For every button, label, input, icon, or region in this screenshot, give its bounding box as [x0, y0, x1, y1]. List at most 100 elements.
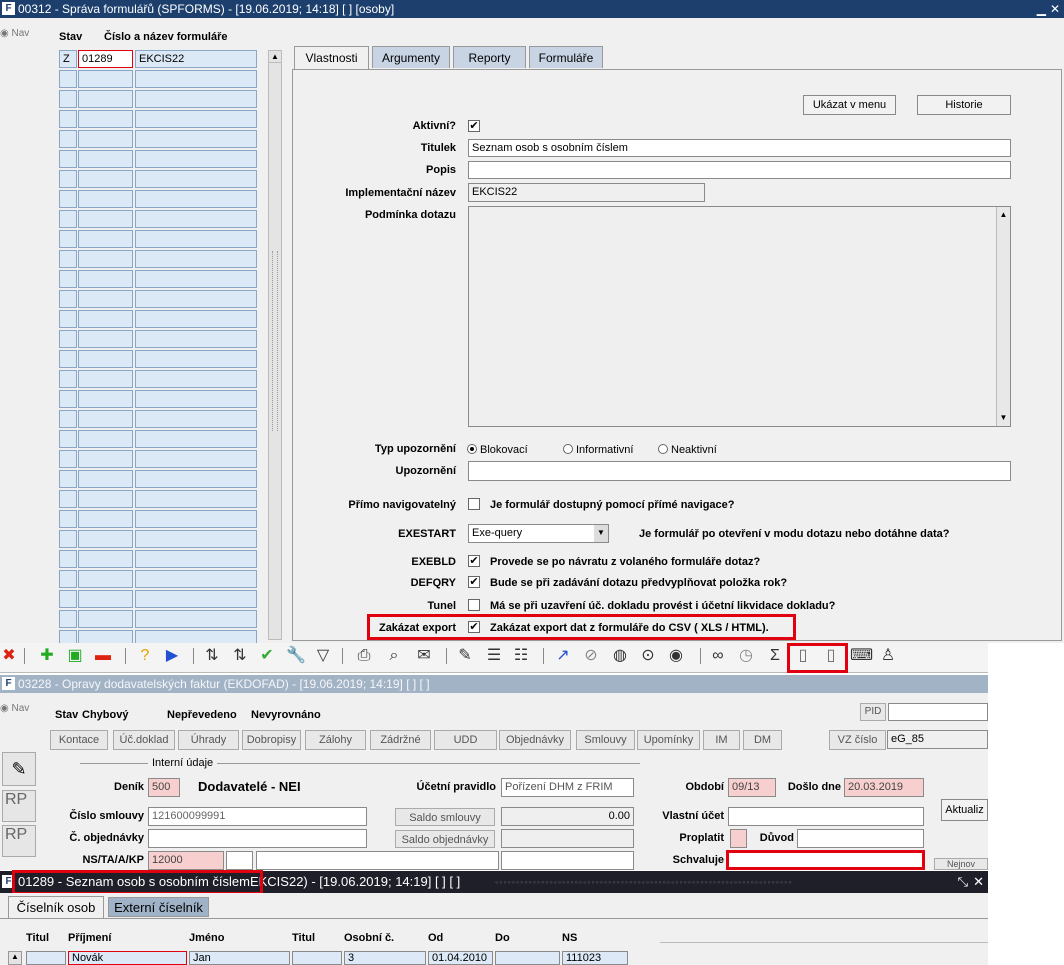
list-cell-stav[interactable] [59, 150, 77, 168]
help-icon[interactable]: ? [135, 645, 155, 667]
list-cell-cislo[interactable] [78, 250, 133, 268]
list-cell-cislo[interactable] [78, 90, 133, 108]
button-4[interactable]: Zálohy [305, 730, 366, 750]
check-icon[interactable]: ✔ [257, 645, 277, 667]
print-icon[interactable]: ⎙ [354, 645, 374, 667]
minimize-icon[interactable]: ▁ [1037, 0, 1046, 18]
obdobi-input[interactable]: 09/13 [728, 778, 776, 797]
list-cell-cislo[interactable] [78, 390, 133, 408]
objednavky-input[interactable] [148, 829, 367, 848]
titulek-input[interactable]: Seznam osob s osobním číslem [468, 139, 1011, 157]
list-cell-stav[interactable] [59, 90, 77, 108]
close-icon[interactable]: ✕ [1050, 0, 1060, 18]
list-cell-stav[interactable] [59, 230, 77, 248]
list-cell-stav[interactable] [59, 270, 77, 288]
exestart-select[interactable]: Exe-query ▼ [468, 524, 609, 543]
list-cell-cislo[interactable] [78, 170, 133, 188]
textarea-scrollbar[interactable]: ▲ ▼ [996, 207, 1010, 426]
radio-neaktivni[interactable] [658, 444, 668, 454]
mail-icon[interactable]: ✉ [414, 645, 434, 667]
upozorneni-input[interactable] [468, 461, 1011, 481]
export-link-icon[interactable]: ↗ [553, 645, 573, 667]
checkbox-defqry[interactable]: ✔ [468, 576, 480, 588]
scroll-up-icon[interactable]: ▲ [269, 51, 281, 63]
list-cell-stav[interactable] [59, 610, 77, 628]
stamp-icon[interactable]: ✎ [2, 752, 36, 786]
saldo-smlouvy-button[interactable]: Saldo smlouvy [395, 808, 495, 826]
reader-icon[interactable]: ♙ [878, 645, 898, 667]
checkbox-primo[interactable] [468, 498, 480, 510]
list-cell-nazev[interactable] [135, 250, 257, 268]
list-cell-stav[interactable] [59, 110, 77, 128]
list-cell-cislo[interactable] [78, 450, 133, 468]
list-icon[interactable]: ☰ [484, 645, 504, 667]
button-9[interactable]: Upomínky [637, 730, 700, 750]
impl-name-input[interactable]: EKCIS22 [468, 183, 705, 202]
list-cell-stav[interactable] [59, 170, 77, 188]
list-cell-nazev[interactable] [135, 390, 257, 408]
vlastni-ucet-input[interactable] [728, 807, 924, 826]
list-cell-nazev[interactable] [135, 190, 257, 208]
filter-icon[interactable]: ▽ [313, 645, 333, 667]
globe-icon[interactable]: ◍ [610, 645, 630, 667]
saldo-objednavky-button[interactable]: Saldo objednávky [395, 830, 495, 848]
cell-ns[interactable]: 111023 [562, 951, 628, 965]
button-2[interactable]: Úhrady [178, 730, 239, 750]
list-cell-nazev[interactable] [135, 530, 257, 548]
tab-ciselnik-osob[interactable]: Číselník osob [8, 896, 104, 918]
list-cell-stav[interactable] [59, 470, 77, 488]
list-cell-stav[interactable] [59, 450, 77, 468]
rp-grid-icon[interactable]: RP [2, 825, 36, 857]
list-cell-nazev[interactable] [135, 350, 257, 368]
button-6[interactable]: UDD [434, 730, 497, 750]
list-cell-cislo[interactable] [78, 430, 133, 448]
list-cell-nazev[interactable] [135, 570, 257, 588]
ta-input[interactable] [226, 851, 253, 870]
list-cell-nazev[interactable] [135, 290, 257, 308]
tab-reporty[interactable]: Reporty [453, 46, 526, 68]
keyboard-icon[interactable]: ⌨ [850, 645, 873, 667]
attach-icon[interactable]: ⊘ [581, 645, 601, 667]
list-cell-nazev[interactable] [135, 270, 257, 288]
list-cell-stav[interactable] [59, 290, 77, 308]
list-cell-cislo[interactable] [78, 370, 133, 388]
list-cell-nazev[interactable] [135, 450, 257, 468]
close-icon[interactable]: ✕ [973, 871, 984, 893]
scroll-up-icon[interactable]: ▲ [997, 207, 1010, 223]
radio-blokovaci[interactable] [467, 444, 477, 454]
edit-icon[interactable]: ✎ [455, 645, 475, 667]
podminka-textarea[interactable]: ▲ ▼ [468, 206, 1011, 427]
list-scrollbar[interactable]: ▲ [268, 50, 282, 640]
list-cell-stav[interactable] [59, 550, 77, 568]
nav-button[interactable]: ◉ Nav [0, 28, 29, 39]
nejnovejsi-button[interactable]: Nejnov [934, 858, 988, 870]
list-cell-nazev[interactable] [135, 430, 257, 448]
list-cell-nazev[interactable] [135, 110, 257, 128]
a-input[interactable] [256, 851, 499, 870]
nav-button[interactable]: ◉ Nav [0, 703, 29, 714]
list-cell-cislo[interactable] [78, 570, 133, 588]
radio-informativni[interactable] [563, 444, 573, 454]
popis-input[interactable] [468, 161, 1011, 179]
wrench-icon[interactable]: 🔧 [286, 645, 306, 667]
list-cell-cislo[interactable] [78, 290, 133, 308]
eye-icon[interactable]: ◉ [666, 645, 686, 667]
list-cell-cislo[interactable] [78, 150, 133, 168]
list-cell-nazev[interactable] [135, 610, 257, 628]
tab-formulare[interactable]: Formuláře [529, 46, 603, 68]
pid-input[interactable] [888, 703, 988, 721]
list-cell-stav[interactable] [59, 130, 77, 148]
cell-titul2[interactable] [292, 951, 342, 965]
save-icon[interactable]: ▣ [65, 645, 85, 667]
list-cell-nazev[interactable] [135, 590, 257, 608]
list-cell-stav[interactable] [59, 590, 77, 608]
duvod-input[interactable] [797, 829, 924, 848]
list-cell-stav[interactable] [59, 330, 77, 348]
list-cell-nazev[interactable] [135, 410, 257, 428]
list-cell-cislo[interactable] [78, 270, 133, 288]
list-cell-nazev[interactable] [135, 90, 257, 108]
list-cell-cislo[interactable]: 01289 [78, 50, 133, 68]
checkbox-aktivni[interactable]: ✔ [468, 120, 480, 132]
list-cell-nazev[interactable] [135, 490, 257, 508]
checkbox-exebld[interactable]: ✔ [468, 555, 480, 567]
